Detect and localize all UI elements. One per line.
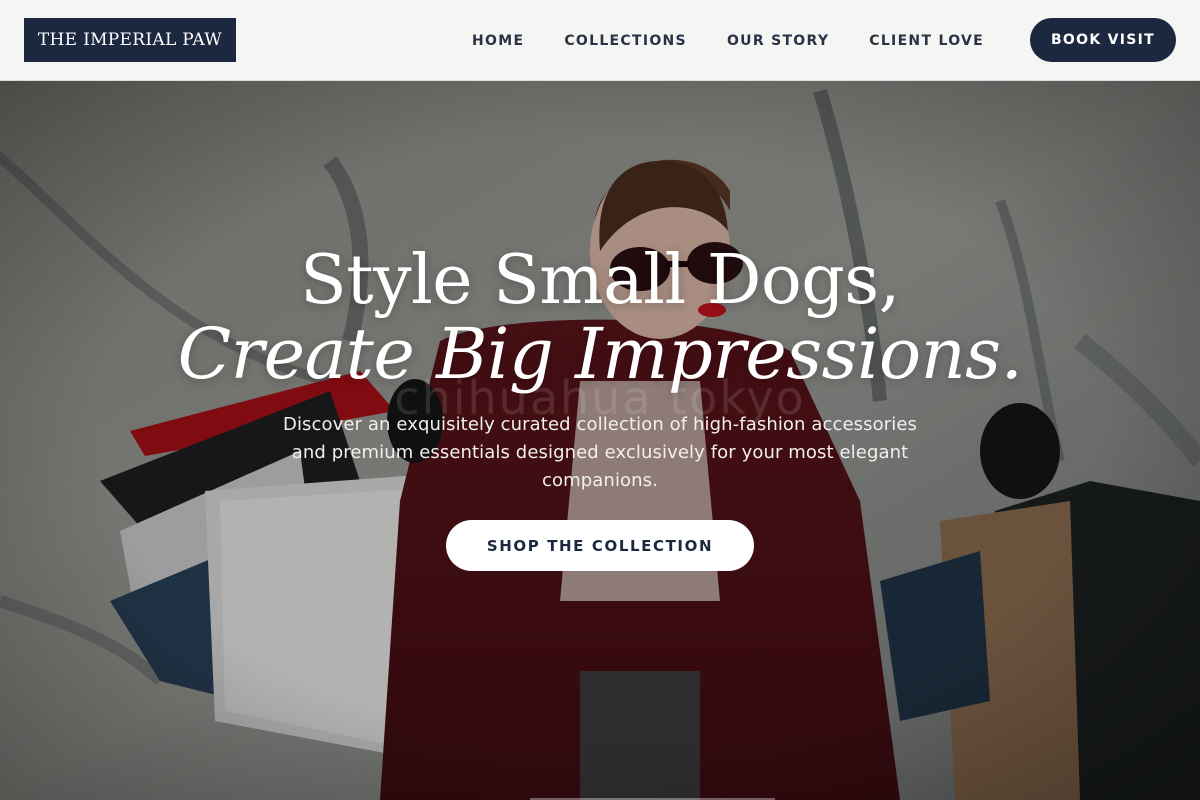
nav-links: HOME COLLECTIONS OUR STORY CLIENT LOVE: [472, 0, 984, 81]
hero-title-line-1: Style Small Dogs,: [300, 241, 900, 320]
book-visit-button[interactable]: BOOK VISIT: [1030, 18, 1176, 62]
shop-collection-button[interactable]: SHOP THE COLLECTION: [446, 520, 754, 571]
nav-item-client-love[interactable]: CLIENT LOVE: [869, 33, 984, 49]
hero-title-line-2: Create Big Impressions.: [177, 313, 1023, 395]
top-navbar: THE IMPERIAL PAW HOME COLLECTIONS OUR ST…: [0, 0, 1200, 81]
hero-content: chihuahua tokyo Style Small Dogs, Create…: [0, 81, 1200, 800]
hero-subtitle: Discover an exquisitely curated collecti…: [282, 414, 917, 491]
nav-item-our-story[interactable]: OUR STORY: [727, 33, 829, 49]
nav-item-collections[interactable]: COLLECTIONS: [564, 33, 687, 49]
nav-item-home[interactable]: HOME: [472, 33, 524, 49]
brand-logo[interactable]: THE IMPERIAL PAW: [24, 18, 236, 62]
hero-section: chihuahua tokyo Style Small Dogs, Create…: [0, 81, 1200, 800]
